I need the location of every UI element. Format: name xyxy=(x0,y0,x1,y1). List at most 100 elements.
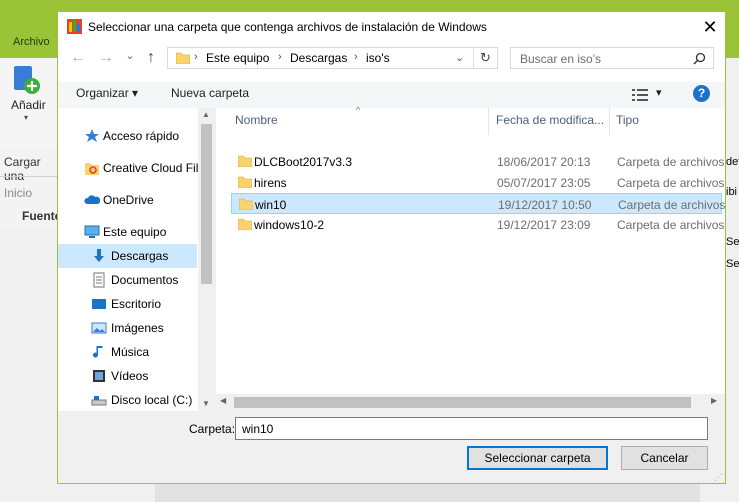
new-folder-button[interactable]: Nueva carpeta xyxy=(171,86,249,100)
view-icon[interactable] xyxy=(632,89,648,101)
download-icon xyxy=(94,249,104,262)
folder-icon xyxy=(176,52,190,64)
background-right-panel: def ibi Ses Ses xyxy=(726,148,739,270)
view-dropdown-icon[interactable]: ▾ xyxy=(656,86,662,99)
forward-icon[interactable]: → xyxy=(95,47,117,69)
cloud-icon xyxy=(84,195,100,204)
computer-icon xyxy=(84,225,100,238)
background-file-menu[interactable]: Archivo xyxy=(13,36,50,48)
nav-item-label: OneDrive xyxy=(103,193,154,207)
nav-pane-scroll-thumb[interactable] xyxy=(201,124,212,284)
file-row[interactable]: windows10-2 19/12/2017 23:09 Carpeta de … xyxy=(231,214,724,235)
file-row[interactable]: hirens 05/07/2017 23:05 Carpeta de archi… xyxy=(231,172,724,193)
nav-item-quick-access[interactable]: Acceso rápido xyxy=(58,124,197,148)
up-icon[interactable]: ↑ xyxy=(140,47,162,69)
column-divider[interactable] xyxy=(488,108,489,135)
address-dropdown-icon[interactable]: ⌄ xyxy=(455,51,464,64)
app-icon xyxy=(67,19,82,34)
command-toolbar: Organizar ▾ Nueva carpeta ▾ ? xyxy=(58,82,725,108)
organize-button[interactable]: Organizar ▾ xyxy=(76,86,138,100)
file-row[interactable]: DLCBoot2017v3.3 18/06/2017 20:13 Carpeta… xyxy=(231,151,724,172)
search-input[interactable]: Buscar en iso's xyxy=(510,47,714,69)
resize-grip-icon[interactable]: ⋰ xyxy=(714,472,723,483)
file-name: windows10-2 xyxy=(254,218,325,232)
column-header-type[interactable]: Tipo xyxy=(616,113,639,127)
file-list-scroll-thumb[interactable] xyxy=(234,397,691,408)
nav-item-label: Música xyxy=(111,345,150,359)
dialog-titlebar: Seleccionar una carpeta que contenga arc… xyxy=(58,12,725,42)
add-icon[interactable] xyxy=(12,64,42,94)
breadcrumb-separator[interactable]: › xyxy=(194,51,198,63)
close-icon[interactable]: ✕ xyxy=(698,15,722,39)
file-row-selected[interactable]: win10 19/12/2017 10:50 Carpeta de archiv… xyxy=(231,193,726,214)
scroll-left-icon[interactable]: ◀ xyxy=(220,396,226,405)
document-icon xyxy=(93,272,105,288)
file-name: hirens xyxy=(254,176,287,190)
history-dropdown-icon[interactable]: ⌄ xyxy=(119,45,141,67)
star-icon xyxy=(85,129,99,142)
nav-item-music[interactable]: Música xyxy=(58,340,197,364)
background-right-item: Ses xyxy=(726,236,739,248)
help-button[interactable]: ? xyxy=(693,85,710,102)
nav-item-pictures[interactable]: Imágenes xyxy=(58,316,197,340)
nav-item-creative-cloud[interactable]: Creative Cloud Fil xyxy=(58,156,199,180)
background-bottom-bar xyxy=(155,484,700,502)
scroll-up-icon[interactable]: ▲ xyxy=(202,110,210,119)
background-left-item: Inicio xyxy=(4,186,33,200)
background-right-item: Ses xyxy=(726,258,739,270)
back-icon[interactable]: ← xyxy=(67,47,89,69)
nav-item-label: Imágenes xyxy=(111,321,164,335)
nav-item-label: Vídeos xyxy=(111,369,149,383)
file-name: DLCBoot2017v3.3 xyxy=(254,155,353,169)
nav-item-label: Creative Cloud Fil xyxy=(103,161,199,175)
background-left-item: Cargar una xyxy=(4,155,41,183)
refresh-icon[interactable]: ↻ xyxy=(480,50,491,66)
video-icon xyxy=(93,370,105,382)
address-bar[interactable]: › Este equipo › Descargas › iso's ⌄ ↻ xyxy=(167,47,498,69)
breadcrumb-item[interactable]: Descargas xyxy=(290,51,347,65)
nav-item-label: Este equipo xyxy=(103,225,167,239)
folder-icon xyxy=(238,176,252,188)
column-header-name[interactable]: Nombre xyxy=(235,113,278,127)
background-left-panel: Cargar una Inicio Fuente xyxy=(0,148,61,228)
breadcrumb-separator[interactable]: › xyxy=(354,51,358,63)
nav-item-local-disk[interactable]: Disco local (C:) xyxy=(58,388,197,412)
background-add-label[interactable]: Añadir xyxy=(11,98,46,112)
select-folder-button[interactable]: Seleccionar carpeta xyxy=(467,446,608,470)
nav-item-downloads[interactable]: Descargas xyxy=(58,244,197,268)
scroll-right-icon[interactable]: ▶ xyxy=(711,396,717,405)
folder-input[interactable]: win10 xyxy=(235,417,708,440)
column-header-date[interactable]: Fecha de modifica... xyxy=(496,113,604,127)
file-type: Carpeta de archivos xyxy=(618,198,726,212)
nav-item-onedrive[interactable]: OneDrive xyxy=(58,188,197,212)
desktop-icon xyxy=(92,299,106,309)
search-placeholder: Buscar en iso's xyxy=(520,52,601,66)
background-right-item: def xyxy=(726,156,739,168)
scroll-down-icon[interactable]: ▼ xyxy=(202,399,210,408)
sort-arrow-icon: ^ xyxy=(356,105,361,115)
cancel-button[interactable]: Cancelar xyxy=(621,446,708,470)
folder-icon xyxy=(238,155,252,167)
file-date: 18/06/2017 20:13 xyxy=(497,155,591,169)
nav-item-this-pc[interactable]: Este equipo xyxy=(58,220,197,244)
search-icon[interactable] xyxy=(693,52,706,65)
folder-icon xyxy=(238,218,252,230)
file-list-hscrollbar[interactable]: ◀ ▶ xyxy=(216,394,725,411)
nav-item-label: Escritorio xyxy=(111,297,162,311)
drive-icon xyxy=(91,396,107,406)
nav-item-desktop[interactable]: Escritorio xyxy=(58,292,197,316)
nav-item-label: Acceso rápido xyxy=(103,129,180,143)
select-folder-dialog: Seleccionar una carpeta que contenga arc… xyxy=(57,11,726,484)
file-date: 05/07/2017 23:05 xyxy=(497,176,591,190)
add-dropdown-icon[interactable]: ▾ xyxy=(24,113,28,122)
nav-item-label: Documentos xyxy=(111,273,179,287)
file-date: 19/12/2017 23:09 xyxy=(497,218,591,232)
nav-item-videos[interactable]: Vídeos xyxy=(58,364,197,388)
breadcrumb-separator[interactable]: › xyxy=(278,51,282,63)
column-divider[interactable] xyxy=(609,108,610,135)
breadcrumb-item[interactable]: iso's xyxy=(366,51,390,65)
file-name: win10 xyxy=(255,198,287,212)
breadcrumb-item[interactable]: Este equipo xyxy=(206,51,269,65)
background-right-item: ibi xyxy=(726,186,738,198)
nav-item-documents[interactable]: Documentos xyxy=(58,268,197,292)
